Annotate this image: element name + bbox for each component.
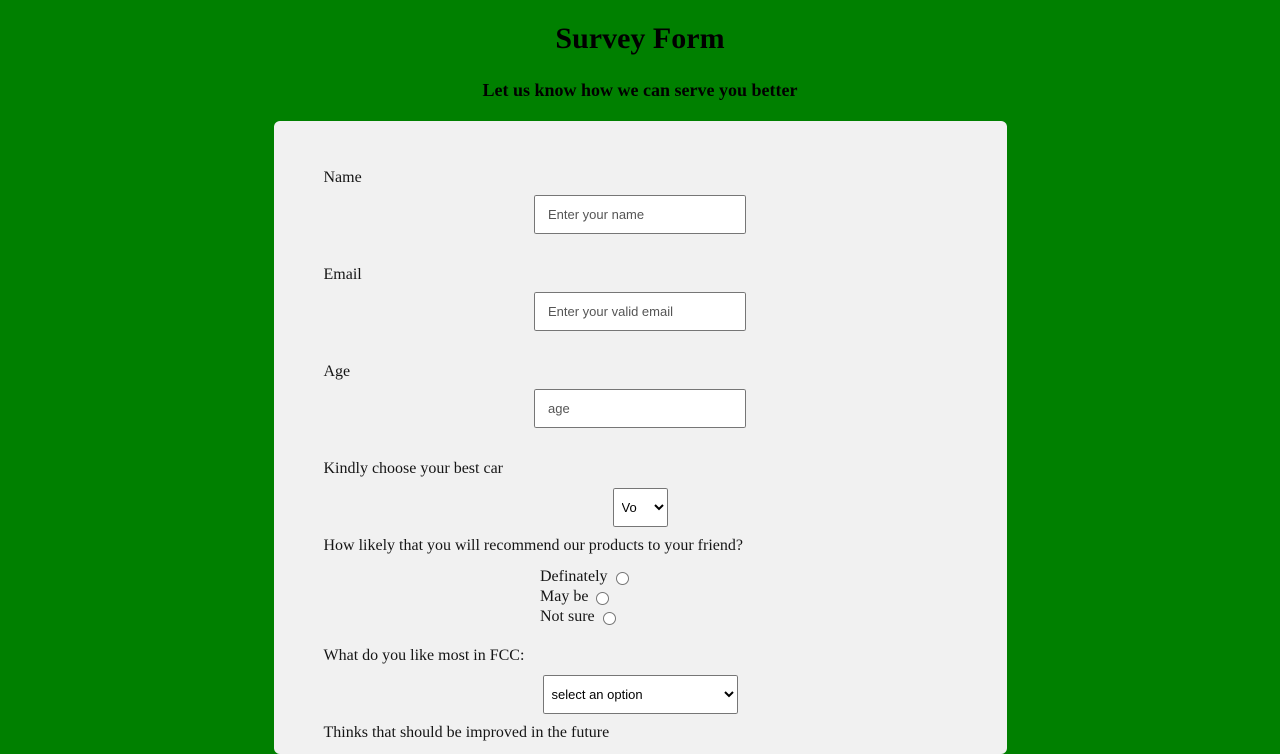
radio-input[interactable] bbox=[603, 612, 616, 625]
radio-input[interactable] bbox=[616, 572, 629, 585]
email-label: Email bbox=[324, 266, 957, 284]
best-car-select[interactable]: Vo bbox=[613, 488, 668, 527]
radio-label: Definately bbox=[540, 568, 608, 585]
age-input[interactable] bbox=[534, 389, 746, 428]
improvements-label: Thinks that should be improved in the fu… bbox=[324, 724, 957, 742]
best-car-label: Kindly choose your best car bbox=[324, 460, 957, 478]
radio-option-notsure[interactable]: Not sure bbox=[540, 607, 740, 627]
name-label: Name bbox=[324, 169, 957, 187]
recommend-label: How likely that you will recommend our p… bbox=[324, 537, 957, 555]
fcc-like-label: What do you like most in FCC: bbox=[324, 647, 957, 665]
radio-label: May be bbox=[540, 588, 588, 605]
fcc-like-select[interactable]: select an option bbox=[543, 675, 738, 714]
page-title: Survey Form bbox=[0, 22, 1280, 56]
email-input[interactable] bbox=[534, 292, 746, 331]
radio-option-maybe[interactable]: May be bbox=[540, 587, 740, 607]
radio-label: Not sure bbox=[540, 608, 595, 625]
survey-form: Name Email Age Kindly choose your best c… bbox=[274, 121, 1007, 754]
radio-input[interactable] bbox=[596, 592, 609, 605]
recommend-radio-group: Definately May be Not sure bbox=[540, 567, 740, 627]
page-subtitle: Let us know how we can serve you better bbox=[0, 80, 1280, 101]
age-label: Age bbox=[324, 363, 957, 381]
name-input[interactable] bbox=[534, 195, 746, 234]
radio-option-definately[interactable]: Definately bbox=[540, 567, 740, 587]
